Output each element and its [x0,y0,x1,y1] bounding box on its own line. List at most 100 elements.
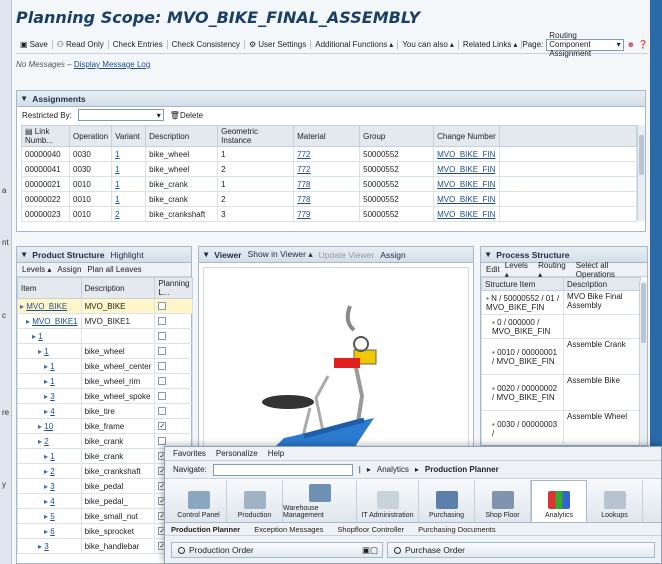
planning-checkbox[interactable] [158,377,167,386]
collapse-icon: ▾ [204,249,209,259]
planning-checkbox[interactable] [158,407,167,416]
navigate-input[interactable] [212,463,353,476]
table-row[interactable]: 00000040 0030 1 bike_wheel 1 772 50000552 MVO_B… [21,146,637,162]
column-header[interactable]: Description [563,277,641,291]
column-header[interactable]: Change Number [433,125,501,147]
column-header[interactable]: Structure Item [481,277,564,291]
edit-button[interactable]: Edit [486,265,500,274]
tree-row[interactable]: ▸ MVO_BIKE1 MVO_BIKE1 [17,313,194,329]
highlight-button[interactable]: Highlight [111,250,144,260]
column-header[interactable]: Item [17,277,82,299]
related-links-menu[interactable]: Related Links ▴ [459,40,523,49]
warehouse-management-button[interactable]: Warehouse Management [283,480,357,522]
table-row[interactable]: 00000021 0010 1 bike_crank 1 778 50000552 MVO_B… [21,176,637,192]
show-in-viewer-menu[interactable]: Show in Viewer ▴ [248,249,313,260]
column-header[interactable]: Description [80,277,156,299]
tree-row[interactable]: ▪ 0010 / 00000001 / MVO_BIKE_FIN Assemble… [481,338,641,375]
table-row[interactable]: 00000022 0010 1 bike_crank 2 778 50000552 MVO_B… [21,191,637,207]
analytics-button[interactable]: Analytics [531,480,587,522]
check-entries-button[interactable]: Check Entries [109,40,168,49]
table-row[interactable]: 00000041 0030 1 bike_wheel 2 772 50000552 MVO_B… [21,161,637,177]
table-row[interactable]: 00000023 0010 2 bike_crankshaft 3 779 50000552… [21,206,637,222]
process-structure-table: Structure Item Description ▪ N / 5000055… [481,277,641,447]
people-icon[interactable]: ☻ [627,40,635,49]
planning-checkbox[interactable] [158,362,167,371]
column-header[interactable]: Variant [111,125,147,147]
plan-all-leaves-button[interactable]: Plan all Leaves [87,265,141,274]
tree-row[interactable]: ▪ 0020 / 00000002 / MVO_BIKE_FIN Assemble… [481,374,641,411]
assignments-header[interactable]: ▾ Assignments [17,91,645,107]
planning-checkbox[interactable] [158,317,167,326]
breadcrumb-analytics[interactable]: Analytics [377,465,409,474]
viewer-assign-button[interactable]: Assign [380,250,406,260]
process-scrollbar[interactable] [639,281,647,445]
tree-row[interactable]: ▸ 1 bike_wheel [17,343,194,359]
purchase-order-pane[interactable]: Purchase Order [387,542,655,558]
additional-functions-menu[interactable]: Additional Functions ▴ [311,40,399,49]
tree-row[interactable]: ▸ 1 bike_wheel_rim [17,373,194,389]
menu-favorites[interactable]: Favorites [173,449,206,458]
planning-checkbox[interactable] [158,302,167,311]
update-viewer-button[interactable]: Update Viewer [319,250,375,260]
planning-checkbox[interactable] [158,332,167,341]
you-can-also-menu[interactable]: You can also ▴ [398,40,459,49]
save-button[interactable]: ▣ Save [16,40,53,49]
help-icon[interactable]: ❓ [638,40,648,49]
page-dropdown[interactable]: Routing Component Assignment ▾ [546,31,624,58]
collapse-icon: ▾ [22,249,27,259]
it-administration-button[interactable]: IT Administration [357,480,419,522]
column-header[interactable]: ▤ Link Numb... [21,125,70,147]
production-order-pane[interactable]: Production Order ▣▢ [171,542,383,558]
trash-icon: 🗑 [169,110,180,120]
product-structure-header[interactable]: ▾ Product Structure Highlight [17,247,191,263]
viewer-canvas[interactable] [203,267,469,449]
lookups-button[interactable]: Lookups [587,480,643,522]
column-header[interactable]: Operation [68,125,113,147]
routing-menu[interactable]: Routing ▴ [538,261,571,279]
restricted-by-dropdown[interactable]: ▾ [77,109,164,121]
column-header[interactable]: Planning L... [154,277,194,299]
tab-shopfloor-controller[interactable]: Shopfloor Controller [337,525,404,534]
menu-personalize[interactable]: Personalize [216,449,258,458]
window-controls-icon[interactable]: ▣▢ [362,545,378,556]
check-consistency-button[interactable]: Check Consistency [168,40,246,49]
planning-checkbox[interactable] [158,347,167,356]
tree-row[interactable]: ▪ 0030 / 00000003 /Assemble Wheel [481,410,641,447]
tree-row[interactable]: ▸ 4 bike_tire [17,403,194,419]
column-header[interactable]: Description [145,125,219,147]
menu-help[interactable]: Help [268,449,284,458]
purchasing-button[interactable]: Purchasing [419,480,475,522]
select-all-operations-button[interactable]: Select all Operations [576,261,647,279]
planning-checkbox[interactable] [158,392,167,401]
breadcrumb-separator: | [358,465,361,474]
glasses-icon: ⚇ [56,40,64,49]
tree-row[interactable]: ▪ N / 50000552 / 01 / MVO_BIKE_FIN MVO Bi… [481,290,641,315]
levels-menu[interactable]: Levels ▴ [505,261,533,279]
user-settings-button[interactable]: ⚙ User Settings [245,40,312,49]
tree-row[interactable]: ▸ MVO_BIKE MVO_BIKE [17,298,194,314]
control-panel-button[interactable]: Control Panel [171,480,227,522]
delete-button[interactable]: 🗑Delete [170,111,203,120]
tree-row[interactable]: ▸ 3 bike_wheel_spoke [17,388,194,404]
assignments-scrollbar[interactable] [637,125,645,221]
tab-exception-messages[interactable]: Exception Messages [254,525,323,534]
read-only-button[interactable]: ⚇ Read Only [53,40,109,49]
production-button[interactable]: Production [227,480,283,522]
tab-production-planner[interactable]: Production Planner [171,525,240,534]
planning-checkbox[interactable]: ✓ [158,422,167,431]
display-message-log-link[interactable]: Display Message Log [74,60,150,69]
tab-purchasing-documents[interactable]: Purchasing Documents [418,525,496,534]
column-header[interactable]: Geometric Instance [217,125,295,147]
shop-floor-button[interactable]: Shop Floor [475,480,531,522]
column-header[interactable]: Material [293,125,361,147]
viewer-header[interactable]: ▾ Viewer Show in Viewer ▴ Update Viewer A… [199,247,473,263]
tree-row[interactable]: ▪ 0 / 000000 / MVO_BIKE_FIN [481,314,641,339]
planning-checkbox[interactable] [158,437,167,446]
column-header[interactable]: Group [359,125,435,147]
assign-button[interactable]: Assign [57,265,81,274]
assignments-table-wrap: ▤ Link Numb... Operation Variant Descrip… [21,125,637,222]
tree-row[interactable]: ▸ 10 bike_frame ✓ [17,418,194,434]
tree-row[interactable]: ▸ 1 [17,328,194,344]
tree-row[interactable]: ▸ 1 bike_wheel_center [17,358,194,374]
levels-menu[interactable]: Levels ▴ [22,265,51,274]
